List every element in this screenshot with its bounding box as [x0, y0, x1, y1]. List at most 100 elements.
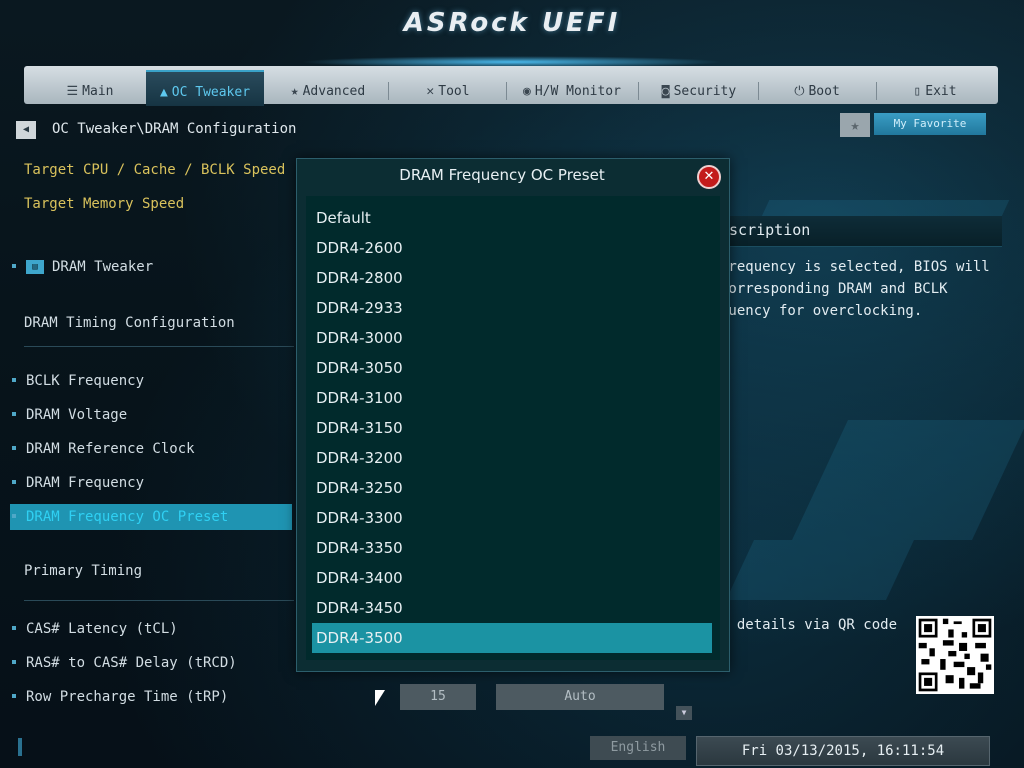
tab-label: H/W Monitor — [534, 84, 621, 99]
tab-boot[interactable]: ⏻ Boot — [762, 74, 872, 104]
app-title: ASRock UEFI — [403, 8, 621, 38]
trp-mode-select[interactable]: Auto — [496, 684, 664, 710]
menu-item-bclk-frequency[interactable]: BCLK Frequency — [10, 368, 292, 394]
chevron-down-icon: ▼ — [681, 708, 687, 717]
mouse-pointer-icon — [375, 690, 385, 706]
tab-exit[interactable]: ▯ Exit — [880, 74, 990, 104]
tab-divider — [638, 82, 639, 100]
item-label: CAS# Latency (tCL) — [26, 621, 178, 637]
date-time-display: Fri 03/13/2015, 16:11:54 — [696, 736, 990, 766]
qr-code-graphic — [916, 616, 994, 694]
bullet-icon — [12, 513, 16, 518]
back-button[interactable]: ◀ — [16, 121, 36, 139]
favorite-star-button[interactable]: ★ — [840, 113, 870, 137]
menu-item-dram-frequency-oc-preset[interactable]: DRAM Frequency OC Preset — [10, 504, 292, 530]
tab-label: Security — [673, 84, 737, 99]
tab-hw-monitor[interactable]: ◉ H/W Monitor — [510, 74, 634, 104]
preset-option-selected[interactable]: DDR4-3500 — [312, 623, 712, 653]
tab-label: Advanced — [302, 84, 366, 99]
tab-oc-tweaker[interactable]: ▲ OC Tweaker — [146, 70, 264, 106]
preset-option[interactable]: DDR4-2933 — [312, 293, 712, 323]
preset-option[interactable]: DDR4-2600 — [312, 233, 712, 263]
power-icon: ⏻ — [794, 84, 805, 99]
tab-label: OC Tweaker — [171, 85, 251, 100]
list-icon: ☰ — [66, 84, 79, 99]
tab-advanced[interactable]: ★ Advanced — [272, 74, 384, 104]
qr-code — [916, 616, 994, 694]
bullet-icon — [12, 625, 16, 630]
tab-divider — [876, 82, 877, 100]
tab-label: Boot — [808, 84, 840, 99]
tab-label: Main — [82, 84, 114, 99]
item-label: Row Precharge Time (tRP) — [26, 689, 229, 705]
back-arrow-icon: ◀ — [22, 124, 30, 135]
tab-divider — [506, 82, 507, 100]
preset-option[interactable]: DDR4-3000 — [312, 323, 712, 353]
preset-option[interactable]: DDR4-3050 — [312, 353, 712, 383]
memory-icon: ▤ — [26, 260, 44, 274]
tab-divider — [388, 82, 389, 100]
tab-label: Tool — [438, 84, 470, 99]
preset-option[interactable]: DDR4-3100 — [312, 383, 712, 413]
section-divider — [24, 600, 294, 601]
description-line: quency for overclocking. — [720, 303, 923, 319]
menu-item-row-precharge-time[interactable]: Row Precharge Time (tRP) — [10, 684, 292, 710]
tab-label: Exit — [925, 84, 957, 99]
description-line: corresponding DRAM and BCLK — [720, 281, 948, 297]
breadcrumb: OC Tweaker\DRAM Configuration — [52, 121, 297, 137]
section-primary-timing: Primary Timing — [24, 563, 143, 579]
preset-option[interactable]: DDR4-3350 — [312, 533, 712, 563]
dialog-title: DRAM Frequency OC Preset — [399, 166, 605, 184]
preset-option[interactable]: DDR4-2800 — [312, 263, 712, 293]
bullet-icon — [12, 445, 16, 450]
shield-icon: ◙ — [661, 84, 670, 99]
my-favorite-button[interactable]: My Favorite — [874, 113, 986, 135]
section-divider — [24, 346, 294, 347]
tools-icon: ✕ — [426, 84, 435, 99]
tab-divider — [758, 82, 759, 100]
preset-option[interactable]: Default — [312, 203, 712, 233]
bullet-icon — [12, 411, 16, 416]
scroll-down-button[interactable]: ▼ — [676, 706, 692, 720]
preset-option[interactable]: DDR4-3150 — [312, 413, 712, 443]
dram-tweaker-item[interactable]: ▤ DRAM Tweaker — [10, 254, 292, 280]
menu-item-cas-latency[interactable]: CAS# Latency (tCL) — [10, 616, 292, 642]
preset-option[interactable]: DDR4-3200 — [312, 443, 712, 473]
preset-option[interactable]: DDR4-3250 — [312, 473, 712, 503]
flame-icon: ▲ — [159, 85, 168, 100]
preset-option[interactable]: DDR4-3300 — [312, 503, 712, 533]
target-cpu-label: Target CPU / Cache / BCLK Speed — [24, 162, 286, 178]
description-title: escription — [720, 221, 811, 239]
item-label: DRAM Voltage — [26, 407, 128, 423]
menu-item-dram-reference-clock[interactable]: DRAM Reference Clock — [10, 436, 292, 462]
item-label: RAS# to CAS# Delay (tRCD) — [26, 655, 237, 671]
bullet-icon — [12, 693, 16, 698]
bullet-icon — [12, 659, 16, 664]
item-label: DRAM Tweaker — [52, 259, 154, 275]
menu-item-ras-to-cas-delay[interactable]: RAS# to CAS# Delay (tRCD) — [10, 650, 292, 676]
description-text: frequency is selected, BIOS will corresp… — [720, 256, 996, 322]
menu-item-dram-voltage[interactable]: DRAM Voltage — [10, 402, 292, 428]
trp-value-field[interactable]: 15 — [400, 684, 476, 710]
item-label: BCLK Frequency — [26, 373, 145, 389]
preset-option[interactable]: DDR4-3450 — [312, 593, 712, 623]
language-button[interactable]: English — [590, 736, 686, 760]
target-memory-label: Target Memory Speed — [24, 196, 185, 212]
preset-option[interactable]: DDR4-3400 — [312, 563, 712, 593]
menu-item-dram-frequency[interactable]: DRAM Frequency — [10, 470, 292, 496]
item-label: DRAM Reference Clock — [26, 441, 195, 457]
tab-tool[interactable]: ✕ Tool — [396, 74, 500, 104]
star-icon: ★ — [290, 84, 299, 99]
bullet-icon — [12, 479, 16, 484]
background-shard — [726, 540, 914, 600]
description-line: frequency is selected, BIOS will — [720, 259, 990, 275]
section-dram-timing: DRAM Timing Configuration — [24, 315, 235, 331]
tab-security[interactable]: ◙ Security — [644, 74, 754, 104]
item-label: DRAM Frequency OC Preset — [26, 509, 229, 525]
item-label: DRAM Frequency — [26, 475, 145, 491]
exit-icon: ▯ — [913, 84, 922, 99]
tab-main[interactable]: ☰ Main — [40, 74, 140, 104]
close-button[interactable]: ✕ — [697, 165, 721, 189]
side-indicator — [18, 738, 22, 756]
qr-caption: t details via QR code — [720, 617, 898, 633]
